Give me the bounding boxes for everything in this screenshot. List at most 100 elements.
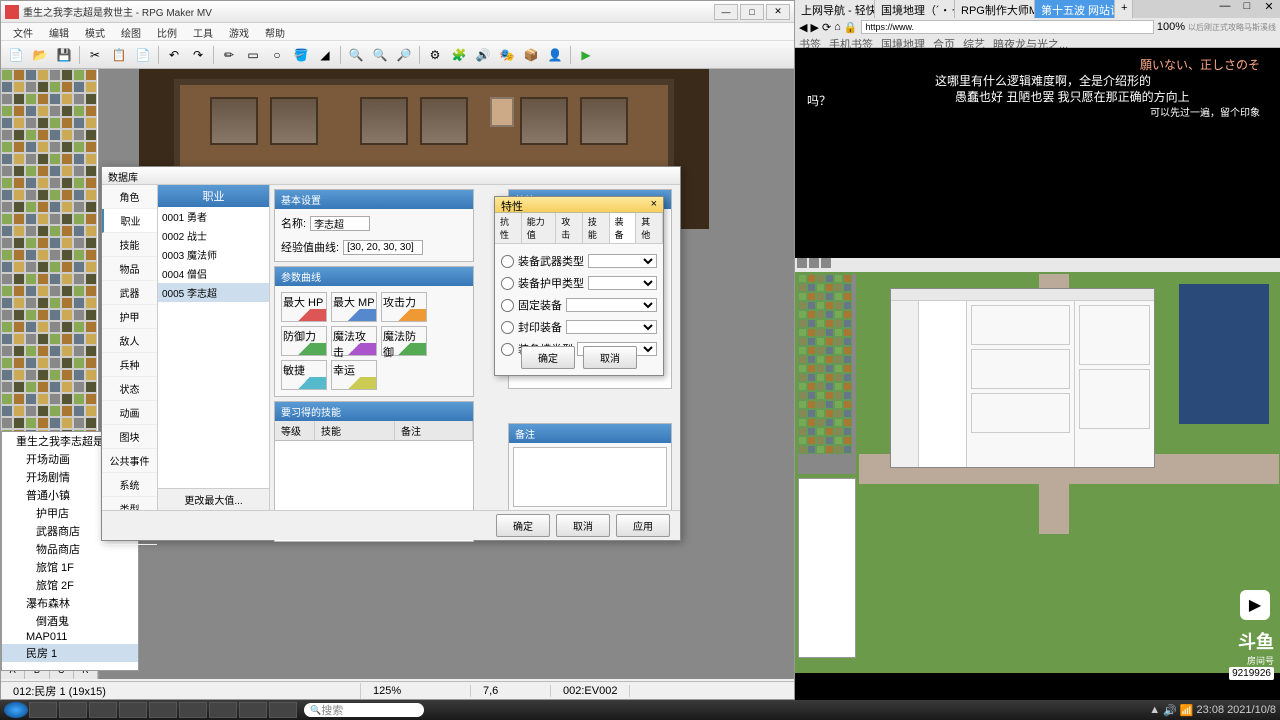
- tree-item[interactable]: 瀑布森林: [2, 594, 138, 612]
- forward-icon[interactable]: ▶: [810, 21, 818, 34]
- bookmark[interactable]: 国境地理: [881, 36, 925, 48]
- sub-cancel-button[interactable]: 取消: [583, 346, 637, 369]
- res-icon[interactable]: 📦: [520, 44, 542, 66]
- tab-other[interactable]: 其他: [636, 213, 663, 243]
- list-item[interactable]: 0003 魔法师: [158, 245, 269, 264]
- exp-input[interactable]: [343, 240, 423, 255]
- task-item[interactable]: [269, 702, 297, 718]
- db-cat-动画[interactable]: 动画: [102, 401, 157, 425]
- db-cat-公共事件[interactable]: 公共事件: [102, 449, 157, 473]
- param-card[interactable]: 最大 HP: [281, 292, 327, 322]
- db-cat-状态[interactable]: 状态: [102, 377, 157, 401]
- mini-tool-icon[interactable]: [797, 258, 807, 268]
- plugin-icon[interactable]: 🧩: [448, 44, 470, 66]
- database-icon[interactable]: ⚙: [424, 44, 446, 66]
- param-card[interactable]: 幸运: [331, 360, 377, 390]
- mini-tileset[interactable]: [798, 274, 856, 474]
- task-item[interactable]: [179, 702, 207, 718]
- tab-equip[interactable]: 装备: [610, 213, 637, 243]
- browser-tab[interactable]: RPG制作大师MV-搭建: [955, 0, 1035, 18]
- event-icon[interactable]: 🎭: [496, 44, 518, 66]
- zoom11-icon[interactable]: 🔎: [393, 44, 415, 66]
- radio-select[interactable]: [588, 254, 657, 268]
- radio-1[interactable]: [501, 277, 514, 290]
- tab-skill[interactable]: 技能: [583, 213, 610, 243]
- radio-select[interactable]: [588, 276, 657, 290]
- param-card[interactable]: 敏捷: [281, 360, 327, 390]
- new-tab-button[interactable]: +: [1115, 0, 1133, 18]
- task-item[interactable]: [119, 702, 147, 718]
- browser-tab[interactable]: 上网导航 - 轻快上网 从...: [795, 0, 875, 18]
- tray-icon[interactable]: 📶: [1180, 704, 1194, 717]
- address-input[interactable]: [861, 20, 1154, 34]
- menu-game[interactable]: 游戏: [221, 23, 257, 40]
- mini-tool-icon[interactable]: [809, 258, 819, 268]
- tree-item-selected[interactable]: 民房 1: [2, 644, 138, 662]
- tree-item[interactable]: 旅馆 1F: [2, 558, 138, 576]
- mini-tool-icon[interactable]: [821, 258, 831, 268]
- task-item[interactable]: [29, 702, 57, 718]
- task-item[interactable]: [209, 702, 237, 718]
- tree-item[interactable]: MAP011: [2, 630, 138, 644]
- reload-icon[interactable]: ⟳: [822, 21, 831, 34]
- list-item[interactable]: 0004 僧侣: [158, 264, 269, 283]
- change-max-button[interactable]: 更改最大值...: [158, 488, 269, 510]
- new-icon[interactable]: 📄: [5, 44, 27, 66]
- ok-button[interactable]: 确定: [496, 514, 550, 537]
- sound-icon[interactable]: 🔊: [472, 44, 494, 66]
- db-cat-兵种[interactable]: 兵种: [102, 353, 157, 377]
- list-item-selected[interactable]: 0005 李志超: [158, 283, 269, 302]
- menu-scale[interactable]: 比例: [149, 23, 185, 40]
- param-card[interactable]: 魔法防御: [381, 326, 427, 356]
- tab-param[interactable]: 能力值: [522, 213, 557, 243]
- play-icon[interactable]: ▶: [575, 44, 597, 66]
- radio-0[interactable]: [501, 255, 514, 268]
- copy-icon[interactable]: 📋: [108, 44, 130, 66]
- pencil-icon[interactable]: ✏: [218, 44, 240, 66]
- db-cat-敌人[interactable]: 敌人: [102, 329, 157, 353]
- db-cat-系统[interactable]: 系统: [102, 473, 157, 497]
- redo-icon[interactable]: ↷: [187, 44, 209, 66]
- db-cat-职业[interactable]: 职业: [102, 209, 157, 233]
- bookmark[interactable]: 暗夜龙与光之...: [993, 36, 1068, 48]
- maximize-button[interactable]: □: [740, 4, 764, 20]
- name-input[interactable]: [310, 216, 370, 231]
- tree-item[interactable]: 旅馆 2F: [2, 576, 138, 594]
- db-cat-武器[interactable]: 武器: [102, 281, 157, 305]
- tray-icon[interactable]: ▲: [1149, 704, 1160, 716]
- start-button[interactable]: [4, 702, 28, 718]
- shadow-icon[interactable]: ◢: [314, 44, 336, 66]
- param-card[interactable]: 魔法攻击: [331, 326, 377, 356]
- browser-max-icon[interactable]: □: [1236, 0, 1258, 18]
- task-item[interactable]: [239, 702, 267, 718]
- fill-icon[interactable]: 🪣: [290, 44, 312, 66]
- tree-item[interactable]: 倒酒鬼: [2, 612, 138, 630]
- close-button[interactable]: ✕: [766, 4, 790, 20]
- back-icon[interactable]: ◀: [799, 21, 807, 34]
- bookmark[interactable]: 综艺: [963, 36, 985, 48]
- close-icon[interactable]: ×: [651, 198, 657, 211]
- bookmark[interactable]: 书签: [799, 36, 821, 48]
- task-item[interactable]: [59, 702, 87, 718]
- radio-select[interactable]: [566, 320, 657, 334]
- menu-tools[interactable]: 工具: [185, 23, 221, 40]
- zoomin-icon[interactable]: 🔍: [345, 44, 367, 66]
- char-icon[interactable]: 👤: [544, 44, 566, 66]
- zoomout-icon[interactable]: 🔍: [369, 44, 391, 66]
- mini-tree[interactable]: [798, 478, 856, 658]
- param-card[interactable]: 最大 MP: [331, 292, 377, 322]
- taskbar-search[interactable]: 🔍 搜索: [304, 703, 424, 717]
- open-icon[interactable]: 📂: [29, 44, 51, 66]
- browser-tab[interactable]: 国境地理（´・っ・）: [875, 0, 955, 18]
- param-card[interactable]: 防御力: [281, 326, 327, 356]
- radio-select[interactable]: [566, 298, 657, 312]
- browser-tab-active[interactable]: 第十五波 网站记录 共...: [1035, 0, 1115, 18]
- browser-min-icon[interactable]: —: [1214, 0, 1236, 18]
- db-cat-图块[interactable]: 图块: [102, 425, 157, 449]
- db-cat-物品[interactable]: 物品: [102, 257, 157, 281]
- tray-icon[interactable]: 🔊: [1163, 704, 1177, 717]
- param-card[interactable]: 攻击力: [381, 292, 427, 322]
- home-icon[interactable]: ⌂: [834, 21, 841, 33]
- video-area[interactable]: 吗？ 願いない、正しさのそ 这哪里有什么逻辑难度啊，全是介绍形的 愚蠢也好 丑陋…: [795, 48, 1280, 258]
- menu-draw[interactable]: 绘图: [113, 23, 149, 40]
